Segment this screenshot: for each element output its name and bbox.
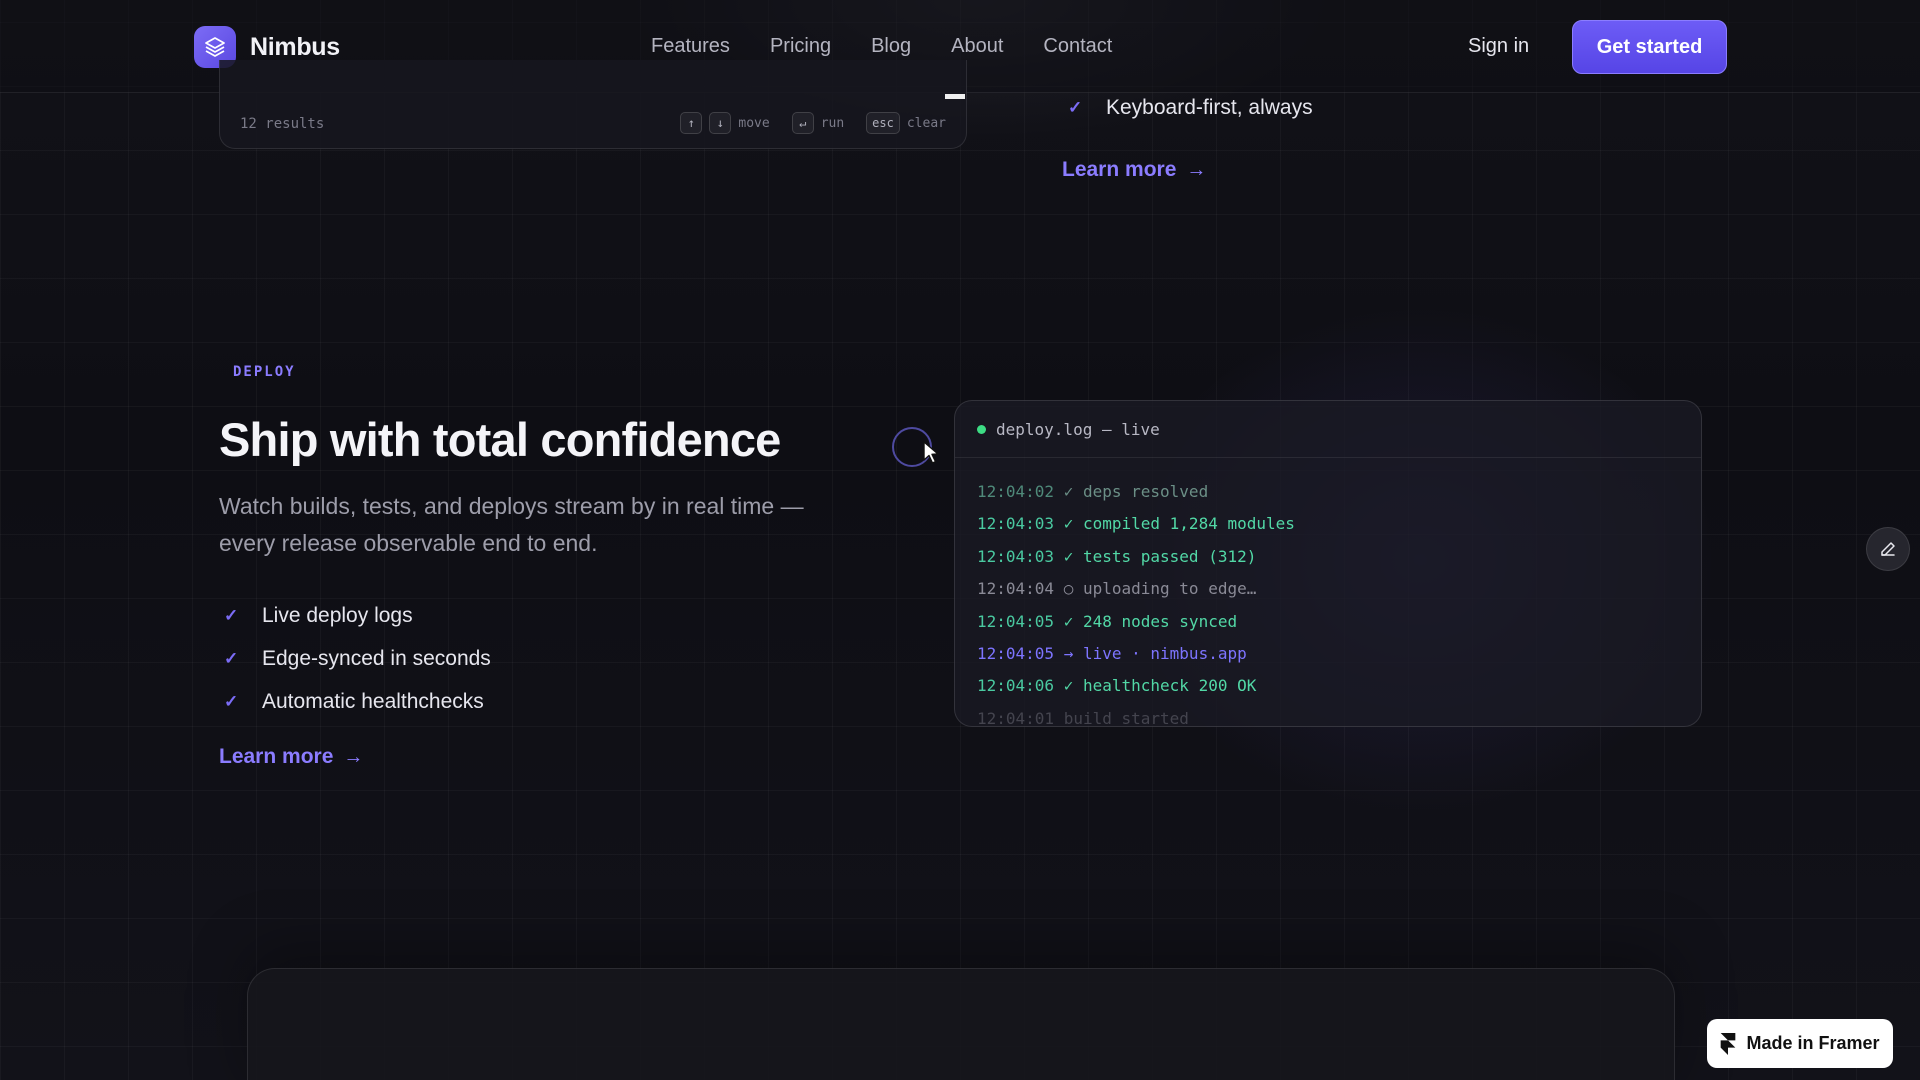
nav-links: Features Pricing Blog About Contact	[651, 35, 1112, 58]
log-timestamp: 12:04:06	[977, 676, 1055, 696]
log-timestamp: 12:04:03	[977, 546, 1055, 566]
learn-more-link[interactable]: Learn more →	[219, 745, 363, 769]
keyboard-hints: ↑ ↓ move ↵ run esc clear	[680, 112, 946, 134]
section-eyebrow: DEPLOY	[233, 364, 296, 380]
feature-list: ✓ Live deploy logs ✓ Edge-synced in seco…	[224, 594, 491, 723]
nav-link-about[interactable]: About	[951, 35, 1003, 58]
move-hint: move	[738, 115, 770, 131]
edit-button[interactable]	[1866, 527, 1910, 571]
log-timestamp: 12:04:05	[977, 643, 1055, 663]
log-timestamp: 12:04:05	[977, 611, 1055, 631]
enter-key: ↵	[791, 112, 814, 134]
nav-link-pricing[interactable]: Pricing	[770, 35, 831, 58]
clear-hint: clear	[906, 115, 946, 131]
made-in-framer-badge[interactable]: Made in Framer	[1707, 1019, 1893, 1068]
feature-label: Keyboard-first, always	[1106, 96, 1313, 119]
log-title: deploy.log — live	[996, 419, 1160, 439]
feature-label: Live deploy logs	[262, 603, 413, 627]
check-icon: ✓	[224, 691, 239, 711]
log-message: ✓ deps resolved	[1063, 482, 1209, 501]
arrow-up-key: ↑	[680, 112, 703, 134]
log-line: 12:04:03 ✓ compiled 1,284 modules	[977, 508, 1701, 540]
feature-label: Edge-synced in seconds	[262, 646, 491, 670]
deploy-log-panel: deploy.log — live 12:04:02 ✓ deps resolv…	[954, 400, 1702, 727]
log-timestamp: 12:04:04	[977, 579, 1055, 599]
list-item: ✓ Edge-synced in seconds	[224, 637, 491, 680]
esc-key: esc	[866, 112, 900, 134]
log-message: ✓ tests passed (312)	[1063, 546, 1257, 566]
log-message: ✓ healthcheck 200 OK	[1063, 676, 1257, 696]
feature-item: ✓ Keyboard-first, always	[1068, 96, 1313, 120]
check-icon: ✓	[224, 648, 239, 668]
log-body: 12:04:02 ✓ deps resolved 12:04:03 ✓ comp…	[955, 458, 1701, 727]
log-line: 12:04:05 → live · nimbus.app	[977, 638, 1701, 670]
log-message: → live · nimbus.app	[1063, 643, 1247, 663]
nav-link-features[interactable]: Features	[651, 35, 730, 58]
section-headline: Ship with total confidence	[219, 413, 781, 466]
get-started-button[interactable]: Get started	[1572, 20, 1727, 74]
log-timestamp: 12:04:02	[977, 482, 1055, 501]
log-message: ✓ 248 nodes synced	[1063, 611, 1238, 631]
arrow-right-icon: →	[343, 745, 364, 768]
learn-more-label: Learn more	[1062, 158, 1177, 181]
sign-in-link[interactable]: Sign in	[1468, 35, 1529, 58]
log-line: 12:04:05 ✓ 248 nodes synced	[977, 606, 1701, 638]
framer-badge-label: Made in Framer	[1746, 1033, 1880, 1053]
list-item: ✓ Automatic healthchecks	[224, 680, 491, 723]
learn-more-label: Learn more	[219, 745, 334, 768]
list-item: ✓ Live deploy logs	[224, 594, 491, 637]
results-count: 12 results	[240, 116, 325, 132]
feature-label: Automatic healthchecks	[262, 689, 484, 713]
scroll-indicator	[945, 94, 965, 99]
pencil-icon	[1881, 542, 1895, 556]
log-message: ✓ compiled 1,284 modules	[1063, 514, 1295, 534]
live-status-dot	[977, 424, 986, 434]
log-message: build started	[1063, 708, 1189, 727]
log-line: 12:04:02 ✓ deps resolved	[977, 476, 1701, 508]
log-timestamp: 12:04:03	[977, 514, 1055, 534]
learn-more-link-previous[interactable]: Learn more →	[1062, 158, 1206, 182]
framer-icon	[1721, 1032, 1736, 1055]
arrow-right-icon: →	[1186, 158, 1207, 181]
nav-link-contact[interactable]: Contact	[1043, 35, 1112, 58]
command-palette-panel: 12 results ↑ ↓ move ↵ run esc clear	[219, 60, 967, 149]
log-timestamp: 12:04:01	[977, 708, 1055, 727]
log-line: 12:04:03 ✓ tests passed (312)	[977, 541, 1701, 573]
next-section-panel	[247, 968, 1675, 1080]
check-icon: ✓	[224, 605, 239, 625]
mouse-cursor-icon	[923, 441, 939, 464]
nav-link-blog[interactable]: Blog	[871, 35, 911, 58]
section-description: Watch builds, tests, and deploys stream …	[219, 493, 804, 556]
log-line: 12:04:04 ○ uploading to edge…	[977, 573, 1701, 605]
log-line: 12:04:01 build started	[977, 703, 1701, 727]
brand-name: Nimbus	[250, 32, 340, 61]
check-icon: ✓	[1068, 98, 1083, 117]
log-message: ○ uploading to edge…	[1063, 579, 1257, 599]
log-header: deploy.log — live	[955, 401, 1701, 458]
arrow-down-key: ↓	[709, 112, 732, 134]
log-line: 12:04:06 ✓ healthcheck 200 OK	[977, 670, 1701, 702]
run-hint: run	[820, 115, 845, 131]
